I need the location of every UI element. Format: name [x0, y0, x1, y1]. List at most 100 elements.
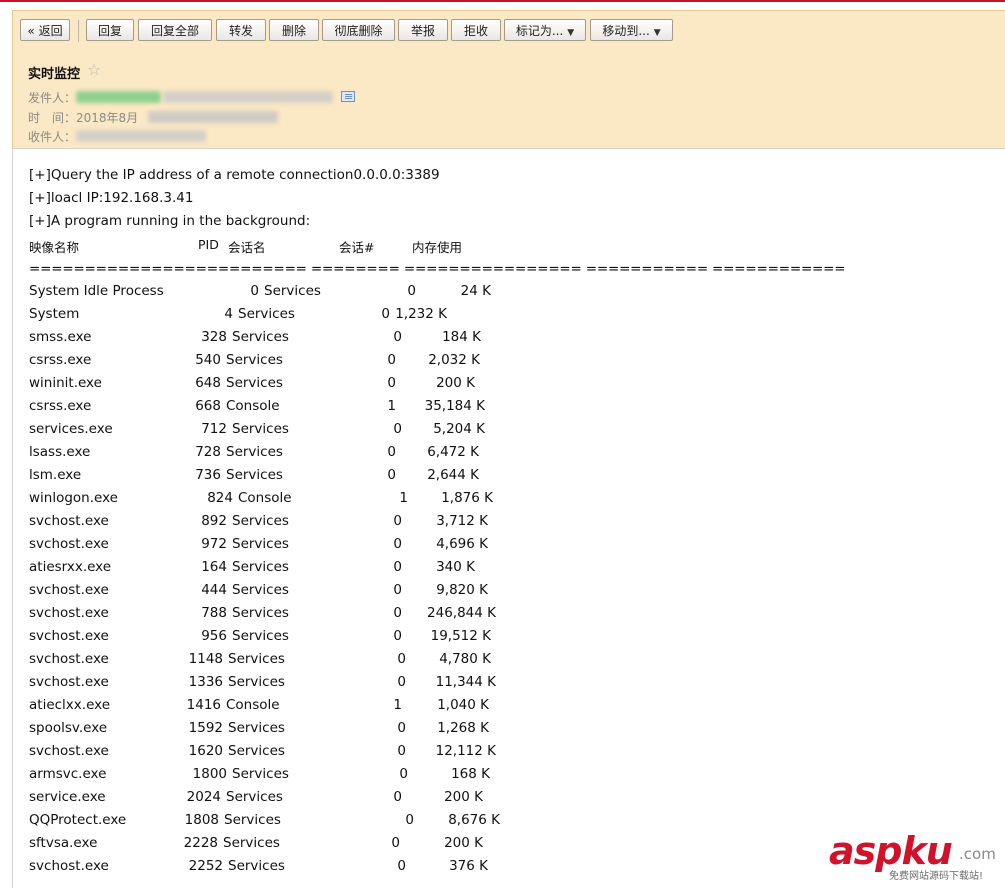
process-pid: 1620 [188, 743, 223, 759]
process-name: atiesrxx.exe [29, 559, 112, 575]
process-memory: 1,268 K [437, 720, 489, 736]
process-memory: 9,820 K [436, 582, 488, 598]
process-pid: 540 [195, 352, 221, 368]
process-pid: 824 [207, 490, 233, 506]
process-session-number: 0 [387, 352, 396, 368]
process-pid: 2228 [183, 835, 218, 851]
process-pid: 1416 [186, 697, 221, 713]
process-memory: 24 K [460, 283, 491, 299]
delete-permanently-button[interactable]: 彻底删除 [322, 19, 395, 41]
process-session-name: Services [232, 582, 289, 598]
process-session-name: Services [232, 766, 289, 782]
process-memory: 1,876 K [441, 490, 493, 506]
process-session-name: Services [226, 789, 283, 805]
process-session-number: 0 [407, 283, 416, 299]
col-pid: PID [198, 237, 219, 252]
process-memory: 5,204 K [433, 421, 485, 437]
process-pid: 788 [201, 605, 227, 621]
process-session-number: 0 [387, 467, 396, 483]
mail-body: [+]Query the IP address of a remote conn… [12, 148, 1005, 888]
process-memory: 6,472 K [427, 444, 479, 460]
process-memory: 200 K [444, 789, 483, 805]
process-memory: 246,844 K [427, 605, 496, 621]
process-session-name: Services [226, 467, 283, 483]
local-ip-line: [+]loacl IP:192.168.3.41 [29, 190, 194, 206]
process-pid: 1148 [188, 651, 223, 667]
process-pid: 712 [201, 421, 227, 437]
process-session-name: Services [232, 559, 289, 575]
redacted-sender-address [163, 91, 333, 103]
process-name: svchost.exe [29, 651, 109, 667]
process-session-number: 0 [393, 628, 402, 644]
process-session-name: Services [232, 329, 289, 345]
process-session-number: 0 [393, 789, 402, 805]
process-memory: 340 K [436, 559, 475, 575]
process-session-number: 0 [397, 720, 406, 736]
reply-all-button[interactable]: 回复全部 [138, 19, 212, 41]
process-session-number: 0 [393, 513, 402, 529]
forward-button[interactable]: 转发 [216, 19, 266, 41]
process-pid: 956 [201, 628, 227, 644]
redacted-time [148, 111, 278, 123]
process-name: csrss.exe [29, 352, 92, 368]
process-session-name: Services [232, 536, 289, 552]
process-memory: 376 K [449, 858, 488, 874]
process-session-name: Services [228, 858, 285, 874]
process-pid: 1800 [192, 766, 227, 782]
process-memory: 200 K [444, 835, 483, 851]
report-button[interactable]: 举报 [398, 19, 448, 41]
back-button[interactable]: « 返回 [20, 19, 70, 41]
process-memory: 2,644 K [427, 467, 479, 483]
process-session-name: Services [226, 375, 283, 391]
process-memory: 168 K [451, 766, 490, 782]
process-pid: 328 [201, 329, 227, 345]
process-memory: 1,232 K [395, 306, 447, 322]
contact-card-icon[interactable] [341, 91, 355, 102]
reply-button[interactable]: 回复 [86, 19, 134, 41]
process-session-number: 0 [393, 605, 402, 621]
process-session-number: 0 [399, 766, 408, 782]
process-name: services.exe [29, 421, 113, 437]
process-memory: 4,696 K [436, 536, 488, 552]
site-watermark: aspku .com 免费网站源码下载站! [829, 829, 999, 882]
process-session-number: 0 [397, 651, 406, 667]
process-memory: 200 K [436, 375, 475, 391]
reject-button[interactable]: 拒收 [451, 19, 501, 41]
process-session-number: 0 [393, 421, 402, 437]
process-memory: 35,184 K [424, 398, 485, 414]
delete-button[interactable]: 删除 [269, 19, 319, 41]
process-name: atieclxx.exe [29, 697, 111, 713]
caret-down-icon: ▼ [567, 28, 575, 38]
process-name: QQProtect.exe [29, 812, 127, 828]
process-pid: 164 [201, 559, 227, 575]
process-name: csrss.exe [29, 398, 92, 414]
process-session-name: Services [232, 605, 289, 621]
process-session-name: Services [228, 720, 285, 736]
process-pid: 444 [201, 582, 227, 598]
process-session-number: 0 [393, 559, 402, 575]
toolbar-separator [78, 20, 79, 42]
process-pid: 4 [224, 306, 233, 322]
process-name: svchost.exe [29, 743, 109, 759]
move-to-dropdown[interactable]: 移动到... ▼ [590, 19, 673, 41]
time-label: 时 间：2018年8月 [28, 109, 138, 126]
process-session-name: Console [238, 490, 292, 506]
redacted-recipient [76, 130, 206, 142]
process-name: sftvsa.exe [29, 835, 98, 851]
process-pid: 2252 [188, 858, 223, 874]
process-name: svchost.exe [29, 513, 109, 529]
caret-down-icon: ▼ [653, 28, 661, 38]
process-memory: 12,112 K [435, 743, 496, 759]
process-name: svchost.exe [29, 605, 109, 621]
mark-as-dropdown[interactable]: 标记为... ▼ [504, 19, 586, 41]
mail-header: « 返回 回复 回复全部 转发 删除 彻底删除 举报 拒收 标记为... ▼ 移动… [12, 10, 1005, 149]
process-name: svchost.exe [29, 674, 109, 690]
process-session-number: 0 [393, 582, 402, 598]
process-name: System [29, 306, 80, 322]
star-icon[interactable]: ☆ [87, 60, 101, 79]
process-session-number: 1 [393, 697, 402, 713]
process-pid: 0 [250, 283, 259, 299]
process-name: wininit.exe [29, 375, 102, 391]
move-to-label: 移动到... [602, 24, 650, 38]
col-image-name: 映像名称 [29, 240, 80, 255]
